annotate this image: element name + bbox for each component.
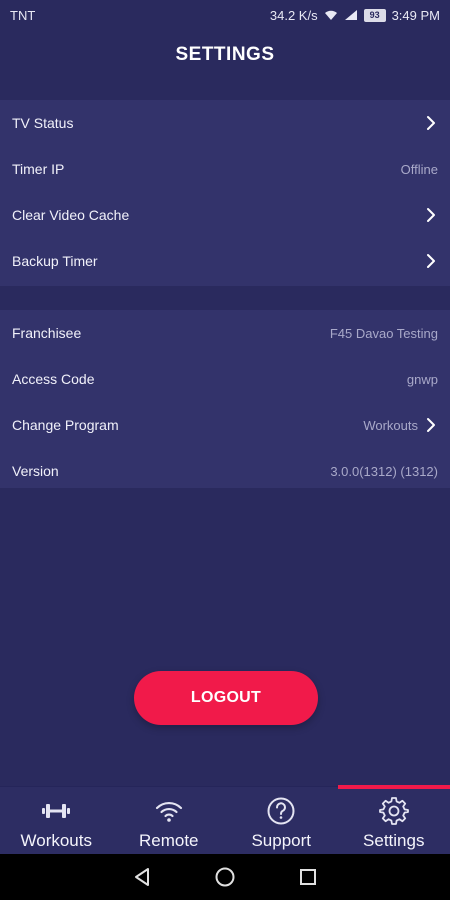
active-tab-indicator <box>337 785 450 789</box>
row-access-code: Access Code gnwp <box>0 356 450 402</box>
chevron-right-icon <box>424 207 438 223</box>
tab-workouts[interactable]: Workouts <box>0 787 113 854</box>
row-label: Franchisee <box>12 325 82 341</box>
network-speed: 34.2 K/s <box>269 7 318 23</box>
back-icon[interactable] <box>127 862 157 892</box>
carrier-label: TNT <box>10 7 36 23</box>
row-label: Version <box>12 463 59 479</box>
wifi-status-icon <box>324 9 338 21</box>
row-label: Backup Timer <box>12 253 98 269</box>
tab-label: Settings <box>363 831 425 850</box>
row-label: Access Code <box>12 371 95 387</box>
recents-icon[interactable] <box>293 862 323 892</box>
row-clear-video-cache[interactable]: Clear Video Cache <box>0 192 450 238</box>
tab-support[interactable]: Support <box>225 787 338 854</box>
row-value: 3.0.0(1312) (1312) <box>330 463 438 479</box>
row-version: Version 3.0.0(1312) (1312) <box>0 448 450 494</box>
row-label: TV Status <box>12 115 74 131</box>
tab-remote[interactable]: Remote <box>113 787 226 854</box>
help-icon <box>266 795 296 827</box>
home-icon[interactable] <box>210 862 240 892</box>
chevron-right-icon <box>424 115 438 131</box>
system-nav-bar <box>0 854 450 900</box>
row-value: F45 Davao Testing <box>329 325 438 341</box>
row-label: Timer IP <box>12 161 65 177</box>
chevron-right-icon <box>424 417 438 433</box>
row-franchisee: Franchisee F45 Davao Testing <box>0 310 450 356</box>
logout-button[interactable]: LOGOUT <box>134 671 318 725</box>
row-value: gnwp <box>406 371 438 387</box>
chevron-right-icon <box>424 253 438 269</box>
tab-label: Support <box>251 831 312 850</box>
tab-label: Workouts <box>20 831 93 850</box>
clock: 3:49 PM <box>391 7 440 23</box>
tab-label: Remote <box>138 831 199 850</box>
battery-icon: 93 <box>363 8 386 22</box>
signal-icon <box>344 9 358 21</box>
row-tv-status[interactable]: TV Status <box>0 100 450 146</box>
row-label: Clear Video Cache <box>12 207 130 223</box>
row-backup-timer[interactable]: Backup Timer <box>0 238 450 284</box>
row-value-wrap: Workouts <box>363 417 438 433</box>
bottom-tab-bar: Workouts Remote Support Settings <box>0 785 450 854</box>
row-timer-ip: Timer IP Offline <box>0 146 450 192</box>
settings-group-account: Franchisee F45 Davao Testing Access Code… <box>0 310 450 488</box>
row-value: Workouts <box>363 417 418 433</box>
row-label: Change Program <box>12 417 119 433</box>
tab-settings[interactable]: Settings <box>337 785 450 854</box>
page-title: SETTINGS <box>175 44 275 65</box>
row-change-program[interactable]: Change Program Workouts <box>0 402 450 448</box>
settings-group-device: TV Status Timer IP Offline Clear Video C… <box>0 100 450 286</box>
dumbbell-icon <box>41 795 71 827</box>
status-right: 34.2 K/s 93 3:49 PM <box>270 8 440 23</box>
wifi-icon <box>154 795 184 827</box>
row-value: Offline <box>400 161 438 177</box>
gear-icon <box>378 795 409 827</box>
status-bar: TNT 34.2 K/s 93 3:49 PM <box>0 0 450 30</box>
